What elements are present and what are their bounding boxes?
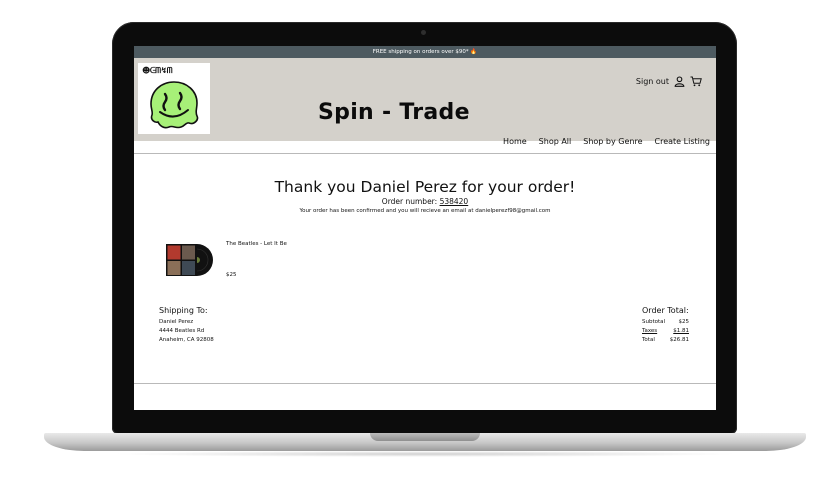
promo-banner: FREE shipping on orders over $90* 🔥 [134,46,716,58]
main-nav: Home Shop All Shop by Genre Create Listi… [503,137,710,146]
total-label: Total [642,337,655,343]
shipping-street: 4444 Beatles Rd [159,328,205,334]
camera-icon [421,30,426,35]
confirmation-heading: Thank you Daniel Perez for your order! [274,178,576,196]
nav-create-listing[interactable]: Create Listing [655,137,710,146]
sign-out-link[interactable]: Sign out [636,77,669,86]
header-divider [134,153,716,154]
laptop-shadow [110,451,740,457]
order-number-line: Order number: 538420 [134,197,716,206]
site-title[interactable]: Spin - Trade [318,100,470,125]
subtotal-value: $25 [678,319,690,325]
melting-smiley-icon [150,81,199,129]
shipping-address: Shipping To: Daniel Perez 4444 Beatles R… [159,306,214,345]
album-thumbnail[interactable] [165,243,215,277]
taxes-value: $1.81 [673,328,689,334]
logo-wordmark: ☻ᕮᗰ↯ᗰ [142,66,173,75]
order-number-value[interactable]: 538420 [440,197,469,206]
laptop-notch [370,433,480,441]
item-price: $25 [226,272,237,278]
nav-home[interactable]: Home [503,137,527,146]
shipping-city: Anaheim, CA 92808 [159,337,214,343]
taxes-row: Taxes $1.81 [642,327,689,336]
browser-viewport: FREE shipping on orders over $90* 🔥 ☻ᕮᗰ↯… [134,46,716,410]
cart-icon[interactable] [690,76,702,87]
shipping-heading: Shipping To: [159,306,208,315]
shipping-name: Daniel Perez [159,319,194,325]
item-title[interactable]: The Beatles - Let It Be [226,241,287,247]
account-area: Sign out [636,76,702,87]
order-number-label: Order number: [381,197,438,206]
order-totals: Order Total: Subtotal $25 Taxes $1.81 To… [642,306,689,345]
nav-shop-all[interactable]: Shop All [539,137,572,146]
nav-shop-by-genre[interactable]: Shop by Genre [583,137,642,146]
total-row: Total $26.81 [642,336,689,345]
subtotal-label: Subtotal [642,319,666,325]
user-icon[interactable] [674,76,685,87]
footer-divider [134,383,716,384]
taxes-label: Taxes [642,328,658,334]
subtotal-row: Subtotal $25 [642,318,689,327]
confirmation-message: Your order has been confirmed and you wi… [299,208,551,214]
laptop-base [44,433,806,451]
site-header: ☻ᕮᗰ↯ᗰ Spin - Trade Sign out Home Shop Al… [134,58,716,146]
site-logo[interactable]: ☻ᕮᗰ↯ᗰ [138,63,210,134]
totals-heading: Order Total: [642,306,689,315]
total-value: $26.81 [669,337,689,343]
